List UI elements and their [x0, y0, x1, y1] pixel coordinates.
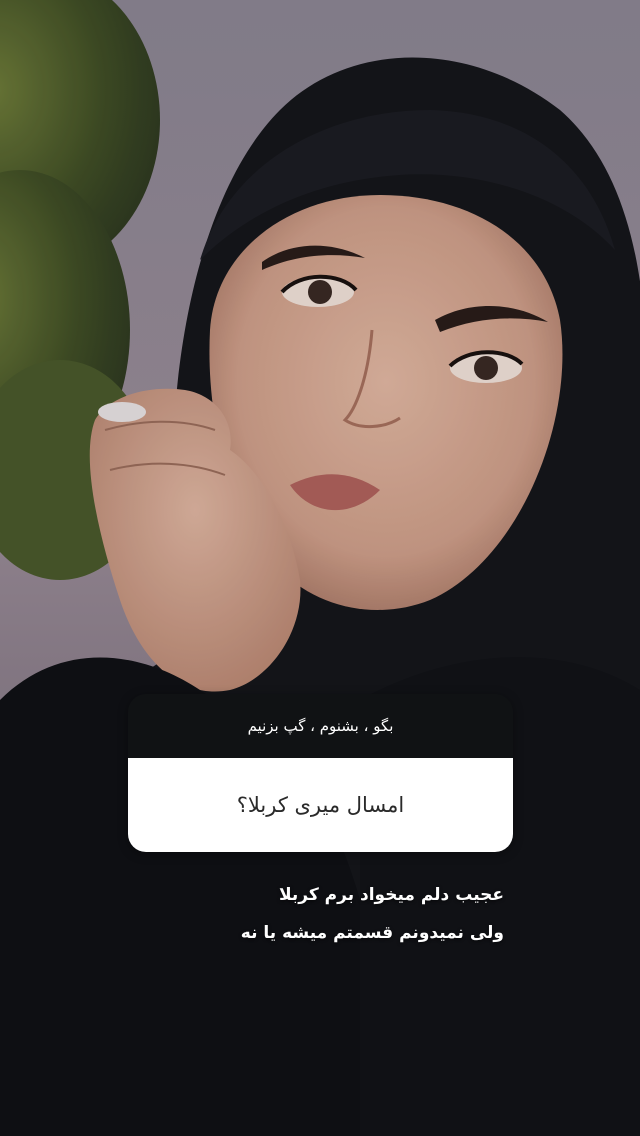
- question-sticker[interactable]: بگو ، بشنوم ، گپ بزنیم امسال میری کربلا؟: [128, 694, 513, 852]
- reply-line-1: عجیب دلم میخواد برم کربلا: [278, 885, 504, 905]
- question-sticker-body: امسال میری کربلا؟: [128, 758, 513, 852]
- background-photo: [0, 0, 640, 1136]
- reply-line-2: ولی نمیدونم قسمتم میشه یا نه: [240, 923, 504, 943]
- question-text: امسال میری کربلا؟: [236, 793, 405, 817]
- question-sticker-prompt: بگو ، بشنوم ، گپ بزنیم: [247, 717, 394, 735]
- question-sticker-header: بگو ، بشنوم ، گپ بزنیم: [128, 694, 513, 758]
- story-viewer: بگو ، بشنوم ، گپ بزنیم امسال میری کربلا؟…: [0, 0, 640, 1136]
- reply-caption: عجیب دلم میخواد برم کربلا ولی نمیدونم قس…: [84, 876, 504, 952]
